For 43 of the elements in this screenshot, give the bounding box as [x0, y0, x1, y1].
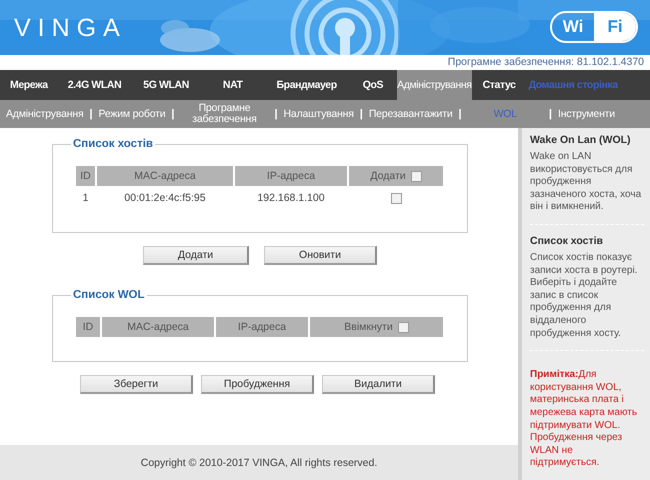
nav-tab[interactable]: Статус [472, 70, 527, 100]
table-cell-text: 00:01:2e:4c:f5:95 [123, 191, 207, 206]
nav-tab[interactable]: QoS [348, 70, 398, 100]
help-text: Список хостів показує записи хоста в роутері. Виберіть і додайте запис в список пробудження для віддаленого пробудження хосту. [530, 252, 638, 340]
firmware-version: Програмне забезпечення: 81.102.1.4370 [446, 55, 645, 70]
column-header: IP-адреса [216, 317, 308, 337]
note-text: Примітка:Для користування WOL, материнська плата і мережева карта мають підтримувати WOL. Пробудження через WLAN не підтримується. [530, 369, 638, 470]
column-header: Додати [370, 170, 406, 182]
separator: | [273, 108, 279, 120]
checkbox[interactable] [390, 192, 402, 204]
column-header: ID [76, 166, 95, 186]
column-header: MAC-адреса [102, 317, 214, 337]
add-button[interactable]: Додати [143, 246, 249, 265]
delete-button[interactable]: Видалити [322, 375, 435, 394]
refresh-button[interactable]: Оновити [264, 246, 377, 265]
separator: | [548, 108, 553, 120]
checkbox[interactable] [410, 170, 422, 182]
logo: VINGA [14, 14, 127, 43]
separator: | [458, 108, 463, 120]
help-title: Список хостів [530, 234, 604, 247]
help-text: Wake on LAN використовується для пробудження зазначеного хоста, хоча він і вимкнений. [530, 151, 642, 214]
column-header: Ввімкнути [344, 321, 393, 334]
wifi-logo: Wi Fi [550, 11, 638, 43]
panel-title: Список хостів [72, 138, 154, 150]
panel-title: Список WOL [72, 289, 146, 301]
separator: | [88, 108, 94, 120]
nav-tab[interactable]: 5G WLAN [131, 70, 201, 100]
nav-tab[interactable]: NAT [200, 70, 265, 100]
nav-tab[interactable]: Брандмауер [264, 70, 349, 100]
separator: | [358, 108, 364, 120]
checkbox[interactable] [398, 322, 409, 333]
wake-button[interactable]: Пробудження [201, 375, 314, 394]
table-cell-text: 1 [82, 191, 90, 206]
column-header: IP-адреса [235, 166, 347, 186]
table-cell-text: 192.168.1.100 [256, 191, 326, 206]
nav-tab[interactable]: Мережа [0, 70, 58, 100]
help-title: Wake On Lan (WOL) [530, 134, 632, 146]
nav-tab[interactable]: 2.4G WLAN [58, 70, 132, 100]
copyright: Copyright © 2010-2017 VINGA, All rights reserved. [140, 456, 378, 468]
separator: | [170, 108, 176, 120]
column-header: MAC-адреса [97, 166, 233, 186]
column-header: ID [76, 317, 100, 337]
save-button[interactable]: Зберегти [80, 375, 193, 394]
